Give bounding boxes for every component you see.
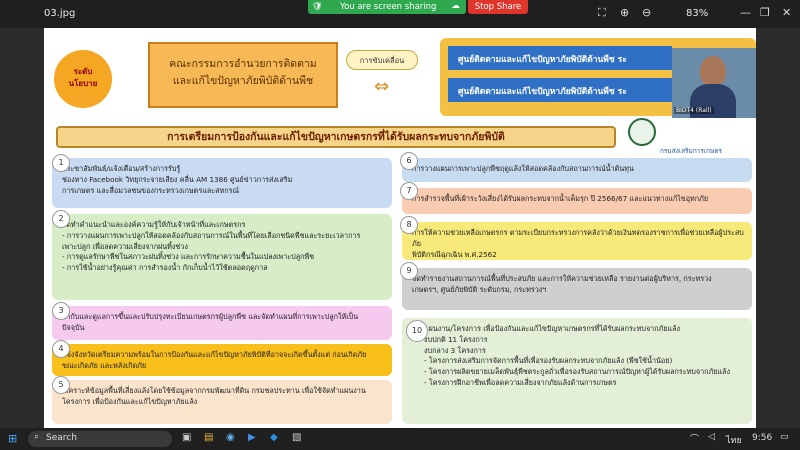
item-7-text: การสำรวจพื้นที่เฝ้าระวังเสี่ยงได้รับผลกร… <box>412 194 709 203</box>
committee-box: คณะกรรมการอำนวยการติดตาม และแก้ไขปัญหาภั… <box>148 42 338 108</box>
item-2-text: จัดทำคำแนะนำและองค์ความรู้ให้กับเจ้าหน้า… <box>62 220 361 273</box>
participant-name: BIDT4 (Rall) <box>674 107 714 114</box>
item-6-text: การวางแผนการเพาะปลูกพืชฤดูแล้งให้สอดคล้อ… <box>412 164 634 173</box>
item-8-text: การให้ความช่วยเหลือเกษตรกร ตามระเบียบกระ… <box>412 228 744 259</box>
slide-image: ระดับ นโยบาย คณะกรรมการอำนวยการติดตาม แล… <box>44 28 756 428</box>
photos-app-icon[interactable]: ▧ <box>292 432 301 443</box>
search-box[interactable]: ⌕ Search <box>28 431 172 447</box>
wifi-icon[interactable]: ⌒ <box>690 432 699 445</box>
item-10-number: 10 <box>406 320 428 342</box>
fullscreen-icon[interactable]: ⛶ <box>598 6 606 20</box>
taskbar: ⊞ ⌕ Search ▣ ▤ ◉ ▶ ◆ ▧ ⌒ ◁ ไทย 9:56 ▭ <box>0 428 800 450</box>
item-1-number: 1 <box>52 154 70 172</box>
file-explorer-icon[interactable]: ▤ <box>204 432 213 443</box>
chat-app-icon[interactable]: ◆ <box>270 432 278 443</box>
item-8: การให้ความช่วยเหลือเกษตรกร ตามระเบียบกระ… <box>402 222 752 260</box>
search-icon: ⌕ <box>34 432 40 442</box>
item-7-number: 7 <box>400 182 418 200</box>
screen-sharing-banner: 🛡 You are screen sharing ☁ <box>308 0 466 14</box>
language-indicator[interactable]: ไทย <box>726 433 742 447</box>
zoom-in-icon[interactable]: ⊕ <box>620 6 629 19</box>
item-1: ประชาสัมพันธ์/แจ้งเตือน/สร้างการรับรู้ ช… <box>52 158 392 208</box>
item-1-text: ประชาสัมพันธ์/แจ้งเตือน/สร้างการรับรู้ ช… <box>62 164 293 195</box>
file-name: 03.jpg <box>44 8 76 19</box>
search-label: Search <box>46 433 77 443</box>
drive-label: การขับเคลื่อน <box>346 50 418 70</box>
item-6: การวางแผนการเพาะปลูกพืชฤดูแล้งให้สอดคล้อ… <box>402 158 752 182</box>
shield-icon: 🛡 <box>312 2 323 12</box>
item-3: กำกับและดูแลการขึ้นและปรับปรุงทะเบียนเกษ… <box>52 306 392 340</box>
item-5-text: วิเคราะห์ข้อมูลพื้นที่เสี่ยงแล้งโดยใช้ข้… <box>62 386 366 406</box>
item-6-number: 6 <box>400 152 418 170</box>
stop-share-button[interactable]: Stop Share <box>468 0 528 14</box>
windows-start-icon[interactable]: ⊞ <box>8 432 17 445</box>
avatar <box>700 56 726 86</box>
item-5-number: 5 <box>52 376 70 394</box>
task-view-icon[interactable]: ▣ <box>182 432 191 443</box>
item-3-number: 3 <box>52 302 70 320</box>
item-9-number: 9 <box>400 262 418 280</box>
item-9: จัดทำรายงานสถานการณ์พื้นที่ประสบภัย และก… <box>402 268 752 310</box>
item-4: แจ้งจังหวัดเตรียมความพร้อมในการป้องกันแล… <box>52 344 392 376</box>
cloud-icon[interactable]: ☁ <box>452 1 461 11</box>
item-4-text: แจ้งจังหวัดเตรียมความพร้อมในการป้องกันแล… <box>62 350 367 370</box>
volume-icon[interactable]: ◁ <box>708 432 715 442</box>
zoom-level: 83% <box>686 8 709 19</box>
close-icon[interactable]: ✕ <box>782 6 791 19</box>
center-box-1: ศูนย์ติดตามและแก้ไขปัญหาภัยพิบัติด้านพืช… <box>448 46 672 70</box>
browser-icon[interactable]: ◉ <box>226 432 235 443</box>
item-2-number: 2 <box>52 210 70 228</box>
item-10-text: แผนงาน/โครงการ เพื่อป้องกันและแก้ไขปัญหา… <box>424 324 730 387</box>
item-4-number: 4 <box>52 340 70 358</box>
item-8-number: 8 <box>400 216 418 234</box>
restore-icon[interactable]: ❐ <box>760 6 770 19</box>
video-tile[interactable]: BIDT4 (Rall) <box>672 48 756 118</box>
sharing-label: You are screen sharing <box>340 2 437 12</box>
item-10: แผนงาน/โครงการ เพื่อป้องกันและแก้ไขปัญหา… <box>402 318 752 424</box>
item-2: จัดทำคำแนะนำและองค์ความรู้ให้กับเจ้าหน้า… <box>52 214 392 300</box>
policy-level-badge: ระดับ นโยบาย <box>54 50 112 108</box>
item-3-text: กำกับและดูแลการขึ้นและปรับปรุงทะเบียนเกษ… <box>62 312 359 332</box>
clock-time[interactable]: 9:56 <box>752 433 772 443</box>
dept-logo <box>628 118 656 146</box>
item-7: การสำรวจพื้นที่เฝ้าระวังเสี่ยงได้รับผลกร… <box>402 188 752 214</box>
notification-icon[interactable]: ▭ <box>780 432 789 442</box>
zoom-out-icon[interactable]: ⊖ <box>642 6 651 19</box>
item-5: วิเคราะห์ข้อมูลพื้นที่เสี่ยงแล้งโดยใช้ข้… <box>52 380 392 424</box>
item-9-text: จัดทำรายงานสถานการณ์พื้นที่ประสบภัย และก… <box>412 274 712 294</box>
dept-name: กรมส่งเสริมการเกษตร <box>660 147 723 155</box>
minimize-icon[interactable]: — <box>740 6 751 19</box>
double-arrow-icon: ⇔ <box>374 76 390 97</box>
center-box-2: ศูนย์ติดตามและแก้ไขปัญหาภัยพิบัติด้านพืช… <box>448 78 672 102</box>
zoom-app-icon[interactable]: ▶ <box>248 432 256 443</box>
main-title: การเตรียมการป้องกันและแก้ไขปัญหาเกษตรกรท… <box>56 126 616 148</box>
